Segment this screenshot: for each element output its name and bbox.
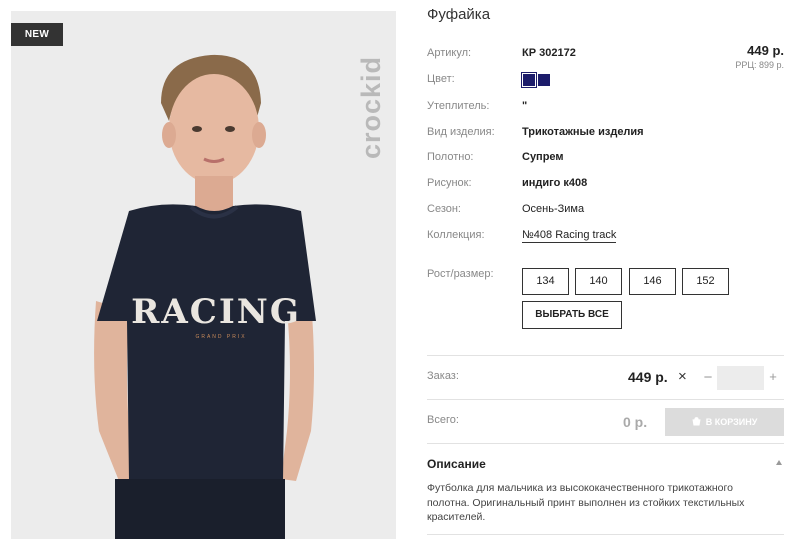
spec-value: Супрем xyxy=(522,151,564,163)
cart-icon xyxy=(692,417,701,426)
add-to-cart-button[interactable]: В КОРЗИНУ xyxy=(665,408,784,436)
order-price: 449 р. xyxy=(628,369,668,385)
size-button-134[interactable]: 134 xyxy=(522,268,569,295)
shirt-print-sub: GRAND PRIX xyxy=(195,334,246,340)
spec-article: Артикул: КР 302172 xyxy=(427,47,787,63)
description-text: Футболка для мальчика из высококачествен… xyxy=(427,482,745,523)
spec-fabric: Полотно: Супрем xyxy=(427,151,787,167)
spec-label: Утеплитель: xyxy=(427,100,490,112)
product-photo[interactable]: RACING GRAND PRIX NEW crockid xyxy=(11,11,396,539)
quantity-input[interactable] xyxy=(717,366,764,390)
spec-label: Коллекция: xyxy=(427,229,485,241)
times-icon: × xyxy=(678,368,687,385)
spec-pattern: Рисунок: индиго к408 xyxy=(427,177,787,193)
divider xyxy=(427,534,784,535)
spec-insulation: Утеплитель: " xyxy=(427,100,787,116)
spec-collection: Коллекция: №408 Racing track xyxy=(427,229,787,245)
size-button-152[interactable]: 152 xyxy=(682,268,729,295)
divider xyxy=(427,399,784,400)
order-label: Заказ: xyxy=(427,370,459,382)
collection-link[interactable]: №408 Racing track xyxy=(522,229,617,243)
spec-value: индиго к408 xyxy=(522,177,588,189)
spec-label: Рисунок: xyxy=(427,177,472,189)
spec-type: Вид изделия: Трикотажные изделия xyxy=(427,126,787,142)
brand-logo: crockid xyxy=(356,55,386,159)
divider xyxy=(427,443,784,444)
size-button-140[interactable]: 140 xyxy=(575,268,622,295)
color-swatch-selected[interactable] xyxy=(521,72,537,88)
select-all-button[interactable]: ВЫБРАТЬ ВСЕ xyxy=(522,301,622,329)
product-title: Фуфайка xyxy=(427,6,491,23)
spec-value: Осень-Зима xyxy=(522,203,585,215)
spec-color: Цвет: xyxy=(427,72,787,89)
color-swatch[interactable] xyxy=(538,74,550,86)
qty-plus-button[interactable]: + xyxy=(766,369,780,384)
collapse-arrow-icon[interactable] xyxy=(776,460,782,465)
shirt-print: RACING xyxy=(131,292,301,332)
add-to-cart-label: В КОРЗИНУ xyxy=(705,417,758,427)
spec-value: Трикотажные изделия xyxy=(522,126,644,138)
new-badge: NEW xyxy=(11,23,63,46)
size-button-146[interactable]: 146 xyxy=(629,268,676,295)
spec-value: " xyxy=(522,100,528,112)
spec-season: Сезон: Осень-Зима xyxy=(427,203,787,219)
spec-label: Артикул: xyxy=(427,47,472,59)
spec-label: Вид изделия: xyxy=(427,126,495,138)
spec-label: Цвет: xyxy=(427,73,455,85)
product-image: RACING GRAND PRIX xyxy=(94,54,316,539)
spec-label: Полотно: xyxy=(427,151,474,163)
total-value: 0 р. xyxy=(623,414,648,430)
qty-minus-button[interactable]: − xyxy=(701,369,715,386)
description-title: Описание xyxy=(427,457,486,471)
size-label: Рост/размер: xyxy=(427,268,494,280)
total-label: Всего: xyxy=(427,414,459,426)
spec-value: КР 302172 xyxy=(522,47,576,59)
divider xyxy=(427,355,784,356)
spec-label: Сезон: xyxy=(427,203,461,215)
